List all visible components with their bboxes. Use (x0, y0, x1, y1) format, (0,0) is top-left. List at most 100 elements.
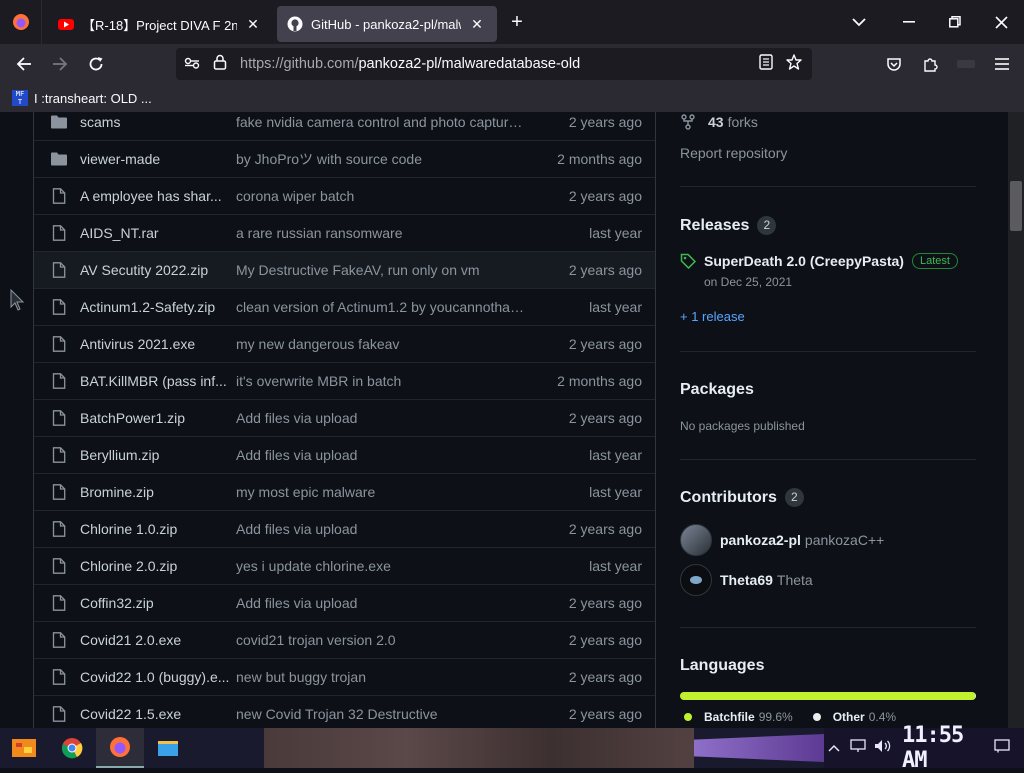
firefox-taskbar-button[interactable] (96, 728, 144, 768)
file-row[interactable]: BatchPower1.zip Add files via upload 2 yea… (34, 399, 655, 436)
commit-message[interactable]: clean version of Actinum1.2 by youcannot… (236, 299, 526, 315)
site-info-icon[interactable] (178, 56, 206, 73)
github-repo-page: scams fake nvidia camera control and phot… (0, 112, 1008, 728)
commit-message[interactable]: by JhoProツ with source code (236, 149, 526, 169)
file-row[interactable]: viewer-made by JhoProツ with source code 2 … (34, 140, 655, 177)
file-row[interactable]: AIDS_NT.rar a rare russian ransomware last… (34, 214, 655, 251)
file-name[interactable]: scams (80, 114, 236, 130)
forks-link[interactable]: 43 forks (680, 114, 758, 130)
packages-heading[interactable]: Packages (680, 381, 754, 399)
restore-icon[interactable] (932, 0, 978, 44)
tab-github[interactable]: GitHub - pankoza2-pl/malwaredatabase-old… (277, 6, 497, 42)
file-row[interactable]: Antivirus 2021.exe my new dangerous fakea… (34, 325, 655, 362)
file-name[interactable]: Actinum1.2-Safety.zip (80, 299, 236, 315)
contributor-item[interactable]: Theta69 Theta (680, 564, 813, 596)
extensions-icon[interactable] (912, 48, 948, 80)
file-name[interactable]: Covid22 1.5.exe (80, 706, 236, 722)
file-name[interactable]: Coffin32.zip (80, 595, 236, 611)
chrome-taskbar-button[interactable] (48, 728, 96, 768)
file-name[interactable]: BAT.KillMBR (pass inf... (80, 373, 236, 389)
file-name[interactable]: viewer-made (80, 151, 236, 167)
file-name[interactable]: Chlorine 2.0.zip (80, 558, 236, 574)
file-row[interactable]: Beryllium.zip Add files via upload last ye… (34, 436, 655, 473)
commit-message[interactable]: my new dangerous fakeav (236, 336, 526, 352)
lock-icon[interactable] (206, 54, 234, 74)
releases-heading[interactable]: Releases 2 (680, 216, 777, 235)
report-repository-link[interactable]: Report repository (680, 145, 787, 161)
latest-release[interactable]: SuperDeath 2.0 (CreepyPasta) Latest (680, 253, 958, 269)
contributor-name: pankozaC++ (804, 532, 885, 548)
address-bar[interactable]: https://github.com/pankoza2-pl/malwareda… (176, 48, 812, 80)
file-name[interactable]: Covid22 1.0 (buggy).e... (80, 669, 236, 685)
commit-message[interactable]: it's overwrite MBR in batch (236, 373, 526, 389)
file-name[interactable]: A employee has shar... (80, 188, 236, 204)
commit-message[interactable]: Add files via upload (236, 410, 526, 426)
file-row[interactable]: Covid22 1.5.exe new Covid Trojan 32 Destr… (34, 695, 655, 728)
file-row[interactable]: AV Secutity 2022.zip My Destructive FakeA… (34, 251, 655, 288)
contributor-login: Theta69 (720, 572, 773, 588)
back-icon[interactable] (6, 48, 42, 80)
list-all-tabs-icon[interactable] (832, 0, 886, 44)
file-name[interactable]: AIDS_NT.rar (80, 225, 236, 241)
file-name[interactable]: BatchPower1.zip (80, 410, 236, 426)
reader-view-icon[interactable] (752, 54, 780, 74)
commit-message[interactable]: a rare russian ransomware (236, 225, 526, 241)
volume-icon[interactable] (874, 739, 892, 758)
commit-message[interactable]: yes i update chlorine.exe (236, 558, 526, 574)
file-name[interactable]: Beryllium.zip (80, 447, 236, 463)
language-item[interactable]: Other 0.4% (812, 710, 896, 724)
file-name[interactable]: Chlorine 1.0.zip (80, 521, 236, 537)
file-row[interactable]: BAT.KillMBR (pass inf... it's overwrite M… (34, 362, 655, 399)
more-releases-link[interactable]: + 1 release (680, 309, 745, 324)
pocket-icon[interactable] (876, 48, 912, 80)
new-tab-button[interactable]: + (497, 11, 537, 34)
bookmark-star-icon[interactable] (780, 54, 808, 74)
commit-message[interactable]: Add files via upload (236, 521, 526, 537)
file-row[interactable]: Chlorine 1.0.zip Add files via upload 2 ye… (34, 510, 655, 547)
account-icon[interactable] (948, 48, 984, 80)
file-row[interactable]: Bromine.zip my most epic malware last year (34, 473, 655, 510)
show-hidden-icons-icon[interactable] (828, 741, 840, 755)
bookmark-item[interactable]: MF T I :transheart: OLD ... (12, 90, 152, 106)
file-name[interactable]: Covid21 2.0.exe (80, 632, 236, 648)
file-row[interactable]: Covid22 1.0 (buggy).e... new but buggy tr… (34, 658, 655, 695)
start-button[interactable] (0, 728, 48, 768)
tab-project-diva[interactable]: 【R-18】Project DIVA F 2nd ✕ (48, 6, 273, 42)
latest-badge: Latest (911, 253, 958, 269)
contributors-heading[interactable]: Contributors 2 (680, 488, 804, 507)
contributor-item[interactable]: pankoza2-pl pankozaC++ (680, 524, 884, 556)
file-name[interactable]: AV Secutity 2022.zip (80, 262, 236, 278)
commit-message[interactable]: Add files via upload (236, 447, 526, 463)
firefox-view-button[interactable] (0, 0, 42, 44)
file-row[interactable]: Coffin32.zip Add files via upload 2 years … (34, 584, 655, 621)
file-row[interactable]: scams fake nvidia camera control and phot… (34, 112, 655, 140)
commit-message[interactable]: new but buggy trojan (236, 669, 526, 685)
file-row[interactable]: Actinum1.2-Safety.zip clean version of Ac… (34, 288, 655, 325)
commit-message[interactable]: my most epic malware (236, 484, 526, 500)
network-icon[interactable] (850, 738, 866, 758)
file-name[interactable]: Bromine.zip (80, 484, 236, 500)
menu-icon[interactable] (984, 48, 1020, 80)
commit-message[interactable]: My Destructive FakeAV, run only on vm (236, 262, 526, 278)
reload-icon[interactable] (78, 48, 114, 80)
file-name[interactable]: Antivirus 2021.exe (80, 336, 236, 352)
page-scrollbar[interactable] (1008, 112, 1024, 728)
file-row[interactable]: Covid21 2.0.exe covid21 trojan version 2.… (34, 621, 655, 658)
clock[interactable]: 11:55 AM (902, 723, 994, 773)
file-row[interactable]: A employee has shar... corona wiper batch… (34, 177, 655, 214)
close-tab-icon[interactable]: ✕ (243, 16, 263, 33)
commit-message[interactable]: fake nvidia camera control and photo cap… (236, 114, 526, 130)
file-explorer-taskbar-button[interactable] (144, 728, 192, 768)
language-item[interactable]: Batchfile 99.6% (680, 710, 793, 724)
commit-message[interactable]: corona wiper batch (236, 188, 526, 204)
forward-icon[interactable] (42, 48, 78, 80)
file-row[interactable]: Chlorine 2.0.zip yes i update chlorine.ex… (34, 547, 655, 584)
commit-message[interactable]: Add files via upload (236, 595, 526, 611)
close-window-icon[interactable] (978, 0, 1024, 44)
scrollbar-thumb[interactable] (1010, 181, 1022, 231)
minimize-icon[interactable] (886, 0, 932, 44)
close-tab-icon[interactable]: ✕ (467, 16, 487, 33)
action-center-icon[interactable] (994, 738, 1010, 758)
commit-message[interactable]: new Covid Trojan 32 Destructive (236, 706, 526, 722)
commit-message[interactable]: covid21 trojan version 2.0 (236, 632, 526, 648)
